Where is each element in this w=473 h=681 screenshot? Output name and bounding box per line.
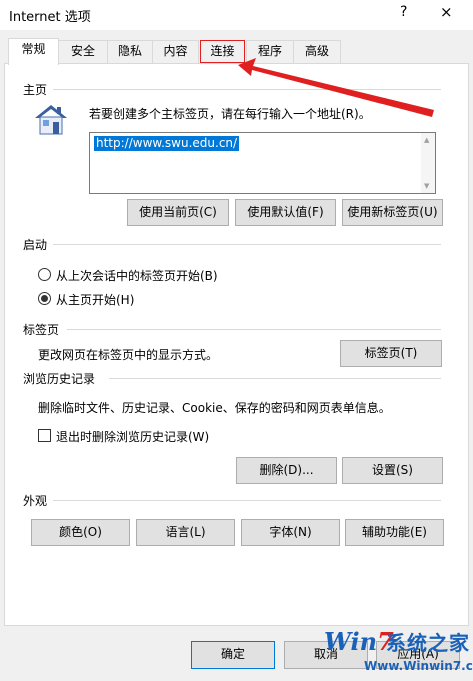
tab-programs[interactable]: 程序: [246, 40, 294, 63]
homepage-heading: 主页: [23, 83, 48, 97]
appearance-divider: [53, 500, 441, 501]
history-description: 删除临时文件、历史记录、Cookie、保存的密码和网页表单信息。: [38, 401, 391, 415]
startup-divider: [53, 244, 441, 245]
help-button[interactable]: ?: [400, 4, 407, 20]
radio-last-session[interactable]: [38, 268, 51, 281]
delete-history-button[interactable]: 删除(D)...: [236, 457, 337, 484]
use-default-button[interactable]: 使用默认值(F): [235, 199, 336, 226]
watermark-logo: Win7 系统之家 Www.Winwin7.com: [324, 625, 473, 679]
tab-advanced[interactable]: 高级: [293, 40, 341, 63]
tab-connections[interactable]: 连接: [200, 40, 245, 63]
watermark-url: Www.Winwin7.com: [364, 659, 473, 673]
radio-home-page-label: 从主页开始(H): [56, 293, 135, 307]
url-scrollbar[interactable]: ▲ ▼: [421, 133, 435, 193]
homepage-url-input[interactable]: http://www.swu.edu.cn/ ▲ ▼: [89, 132, 436, 194]
tab-security[interactable]: 安全: [58, 40, 108, 63]
window-title: Internet 选项: [9, 10, 91, 25]
tabs-description: 更改网页在标签页中的显示方式。: [38, 348, 219, 362]
tab-content[interactable]: 内容: [152, 40, 199, 63]
general-tab-panel: 主页 若要创建多个主标签页，请在每行输入一个地址(R)。 http://www.…: [4, 63, 469, 626]
radio-last-session-label: 从上次会话中的标签页开始(B): [56, 269, 218, 283]
close-button[interactable]: ×: [440, 3, 453, 21]
title-bar: Internet 选项 ? ×: [0, 0, 473, 30]
home-icon: [35, 105, 67, 135]
radio-home-page[interactable]: [38, 292, 51, 305]
radio-selected-dot: [41, 295, 48, 302]
watermark-win7-logo: Win7: [324, 627, 394, 656]
tab-general[interactable]: 常规: [8, 38, 59, 65]
tabs-heading: 标签页: [23, 323, 60, 337]
fonts-button[interactable]: 字体(N): [241, 519, 340, 546]
accessibility-button[interactable]: 辅助功能(E): [345, 519, 444, 546]
appearance-heading: 外观: [23, 494, 48, 508]
startup-heading: 启动: [23, 238, 48, 252]
tab-privacy[interactable]: 隐私: [107, 40, 153, 63]
scroll-up-icon[interactable]: ▲: [424, 136, 429, 144]
tabs-divider: [67, 329, 441, 330]
colors-button[interactable]: 颜色(O): [31, 519, 130, 546]
use-current-button[interactable]: 使用当前页(C): [127, 199, 229, 226]
languages-button[interactable]: 语言(L): [136, 519, 235, 546]
use-new-tab-button[interactable]: 使用新标签页(U): [342, 199, 443, 226]
history-settings-button[interactable]: 设置(S): [342, 457, 443, 484]
delete-on-exit-checkbox[interactable]: [38, 429, 51, 442]
watermark-brand: 系统之家: [386, 631, 470, 655]
history-divider: [109, 378, 441, 379]
homepage-divider: [53, 89, 441, 90]
homepage-instruction: 若要创建多个主标签页，请在每行输入一个地址(R)。: [89, 107, 371, 121]
scroll-down-icon[interactable]: ▼: [424, 182, 429, 190]
history-heading: 浏览历史记录: [23, 372, 96, 386]
tabs-button[interactable]: 标签页(T): [340, 340, 442, 367]
delete-on-exit-label: 退出时删除浏览历史记录(W): [56, 430, 210, 444]
ok-button[interactable]: 确定: [191, 641, 275, 669]
homepage-url-text: http://www.swu.edu.cn/: [94, 136, 240, 151]
